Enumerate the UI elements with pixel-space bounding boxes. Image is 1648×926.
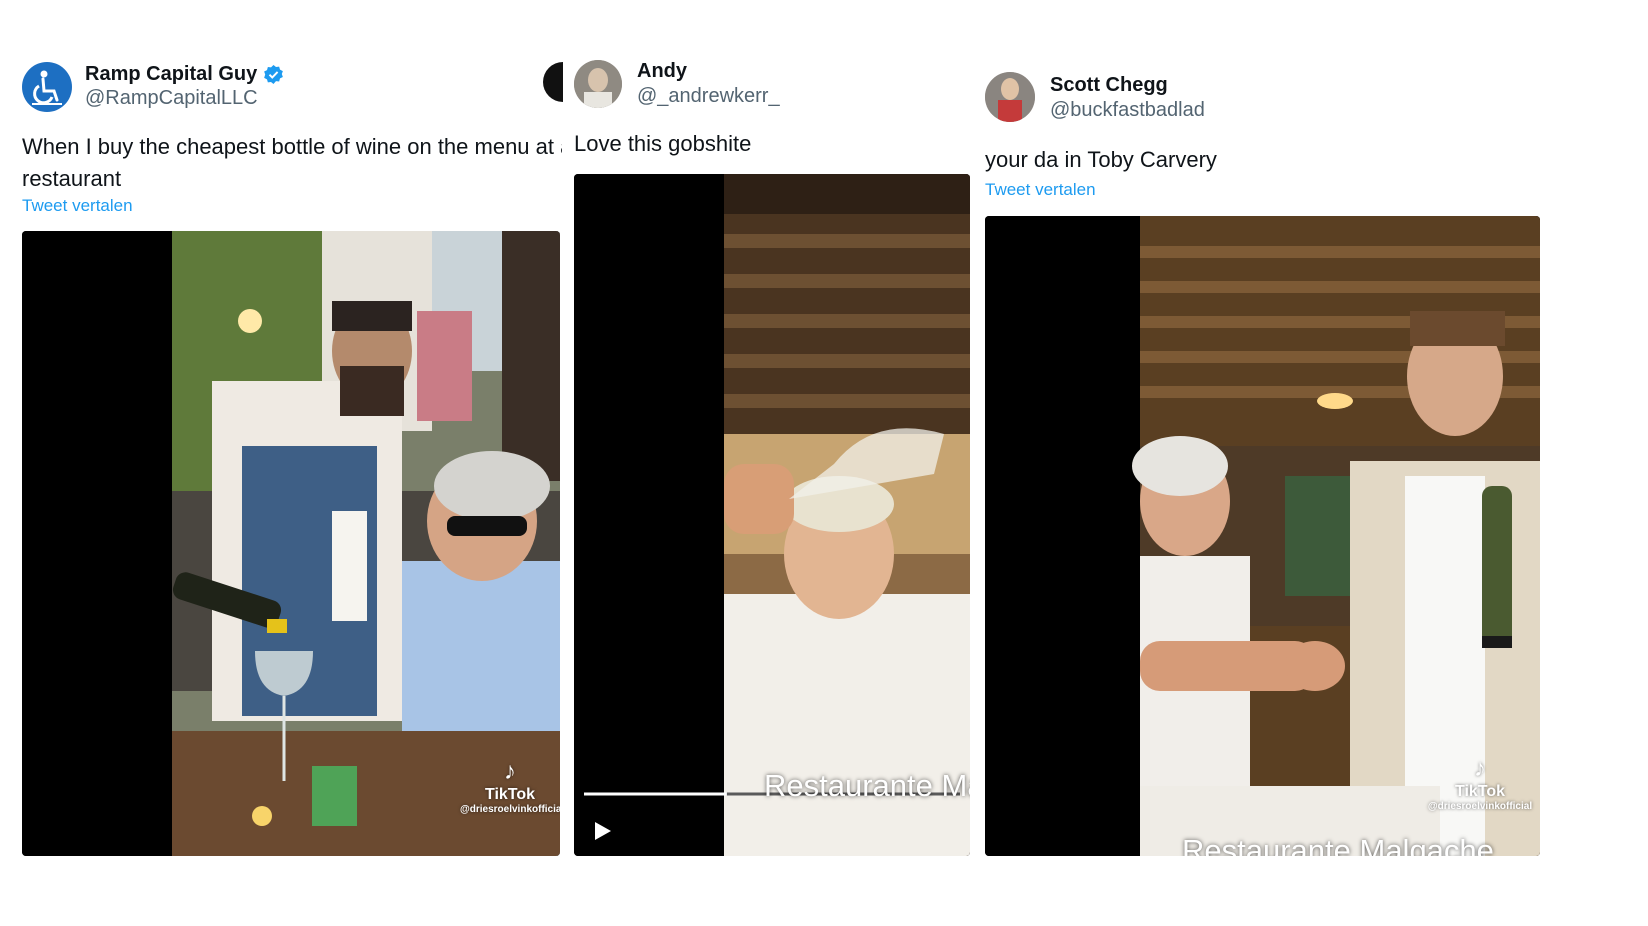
tiktok-watermark: ♪ TikTok @driesroelvinkofficial (460, 758, 560, 815)
play-icon (595, 822, 611, 840)
translate-tweet-link[interactable]: Tweet vertalen (22, 196, 133, 216)
tweet-text-line: restaurant (22, 166, 122, 191)
video-player[interactable]: Restaurante Malgache ♪ TikTok @driesroel… (985, 216, 1540, 856)
wheelchair-icon (32, 70, 62, 105)
translate-tweet-link[interactable]: Tweet vertalen (985, 180, 1096, 200)
avatar[interactable] (22, 62, 72, 112)
author-handle[interactable]: @RampCapitalLLC (85, 87, 258, 110)
verified-badge-icon (264, 64, 284, 85)
tweet-text-line: When I buy the cheapest bottle of wine o… (22, 134, 562, 159)
video-player[interactable]: Restaurante Ma (574, 174, 970, 856)
video-caption: Restaurante Malgache (1182, 833, 1494, 856)
tiktok-logo-icon: ♪ (504, 758, 516, 785)
author-name-text: Ramp Capital Guy (85, 63, 258, 85)
author-name-text: Andy (637, 60, 687, 82)
tiktok-username: @driesroelvinkofficial (1427, 801, 1533, 812)
author-name-text: Scott Chegg (1050, 74, 1168, 96)
author-name[interactable]: Ramp Capital Guy (85, 63, 284, 86)
avatar[interactable] (574, 60, 622, 108)
avatar[interactable] (985, 72, 1035, 122)
tweet-scott-chegg: Scott Chegg @buckfastbadlad your da in T… (980, 0, 1648, 926)
tiktok-username: @driesroelvinkofficial (460, 804, 560, 815)
avatar-photo (574, 60, 622, 108)
tweet-text: Love this gobshite (574, 131, 752, 156)
tweet-text: your da in Toby Carvery (985, 147, 1217, 172)
video-player[interactable]: ♪ TikTok @driesroelvinkofficial (22, 231, 560, 856)
tweet-ramp-capital: Ramp Capital Guy @RampCapitalLLC When I … (0, 0, 570, 926)
video-frame-wine-glass (574, 174, 970, 856)
play-button[interactable] (590, 819, 614, 843)
clipped-avatar (543, 62, 563, 102)
avatar-photo (985, 72, 1035, 122)
tiktok-wordmark: TikTok (1454, 783, 1506, 800)
author-name[interactable]: Scott Chegg (1050, 74, 1168, 97)
author-handle[interactable]: @buckfastbadlad (1050, 99, 1205, 122)
video-caption: Restaurante Ma (764, 768, 970, 803)
tiktok-watermark: ♪ TikTok @driesroelvinkofficial (1420, 755, 1540, 812)
tiktok-logo-icon: ♪ (1474, 755, 1486, 782)
tweet-andy: Andy @_andrewkerr_ Love this gobshite Re… (570, 0, 980, 926)
author-handle[interactable]: @_andrewkerr_ (637, 85, 780, 108)
tweet-text: When I buy the cheapest bottle of wine o… (22, 131, 562, 195)
tiktok-wordmark: TikTok (484, 786, 536, 803)
author-name[interactable]: Andy (637, 60, 687, 83)
